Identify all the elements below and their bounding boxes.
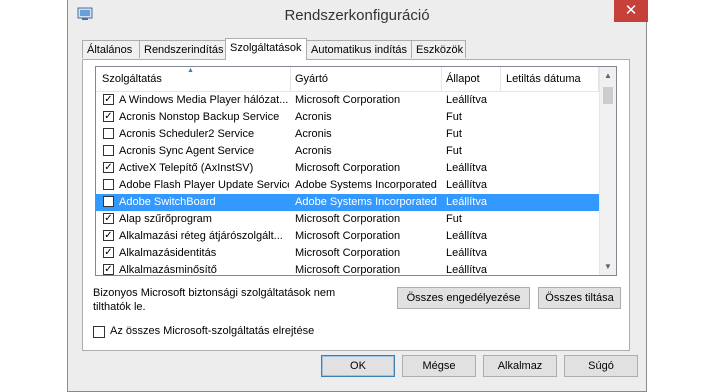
service-enabled-checkbox[interactable]: ✓ — [103, 111, 114, 122]
disable-all-button[interactable]: Összes tiltása — [538, 287, 621, 309]
title-bar[interactable]: Rendszerkonfiguráció ✕ — [68, 0, 648, 32]
service-row[interactable]: ✓ Acronis Nonstop Backup Service Acronis Fu… — [96, 109, 599, 126]
tab-automatic-start[interactable]: Automatikus indítás — [306, 40, 412, 58]
security-note: Bizonyos Microsoft biztonsági szolgáltat… — [93, 287, 336, 313]
scroll-up-icon[interactable]: ▲ — [600, 67, 616, 84]
service-name: Adobe SwitchBoard — [119, 196, 216, 208]
service-status: Fut — [446, 128, 462, 140]
sort-ascending-icon: ▲ — [187, 67, 194, 74]
tab-tools[interactable]: Eszközök — [411, 40, 466, 58]
service-manufacturer: Adobe Systems Incorporated — [295, 196, 437, 208]
service-enabled-checkbox[interactable] — [103, 128, 114, 139]
service-manufacturer: Acronis — [295, 111, 332, 123]
tab-startup[interactable]: Rendszerindítás — [139, 40, 226, 58]
column-header-service[interactable]: Szolgáltatás — [102, 73, 162, 85]
service-status: Fut — [446, 111, 462, 123]
cancel-button[interactable]: Mégse — [402, 355, 476, 377]
service-enabled-checkbox[interactable] — [103, 196, 114, 207]
close-button[interactable]: ✕ — [614, 0, 648, 22]
ok-button[interactable]: OK — [321, 355, 395, 377]
list-header: ▲ Szolgáltatás Gyártó Állapot Letiltás d… — [96, 67, 599, 92]
service-row[interactable]: ✓ A Windows Media Player hálózat... Micros… — [96, 92, 599, 109]
column-header-manufacturer[interactable]: Gyártó — [295, 73, 328, 85]
service-manufacturer: Acronis — [295, 145, 332, 157]
service-enabled-checkbox[interactable]: ✓ — [103, 264, 114, 275]
service-row[interactable]: ✓ Alkalmazási réteg átjárószolgált... Micr… — [96, 228, 599, 245]
service-enabled-checkbox[interactable]: ✓ — [103, 162, 114, 173]
service-status: Fut — [446, 145, 462, 157]
service-manufacturer: Acronis — [295, 128, 332, 140]
column-header-status[interactable]: Állapot — [446, 73, 480, 85]
service-row[interactable]: Acronis Sync Agent Service Acronis Fut — [96, 143, 599, 160]
service-enabled-checkbox[interactable] — [103, 145, 114, 156]
service-name: Alkalmazásidentitás — [119, 247, 217, 259]
hide-microsoft-services-checkbox[interactable] — [93, 326, 105, 338]
service-manufacturer: Microsoft Corporation — [295, 230, 401, 242]
service-status: Leállítva — [446, 94, 487, 106]
services-list[interactable]: ▲ Szolgáltatás Gyártó Állapot Letiltás d… — [95, 66, 617, 276]
service-enabled-checkbox[interactable]: ✓ — [103, 213, 114, 224]
service-name: A Windows Media Player hálózat... — [119, 94, 289, 106]
service-name: Acronis Scheduler2 Service — [119, 128, 255, 140]
service-manufacturer: Microsoft Corporation — [295, 247, 401, 259]
service-manufacturer: Microsoft Corporation — [295, 162, 401, 174]
service-name: ActiveX Telepítő (AxInstSV) — [119, 162, 254, 174]
service-enabled-checkbox[interactable]: ✓ — [103, 247, 114, 258]
service-name: Alap szűrőprogram — [119, 213, 212, 225]
service-manufacturer: Adobe Systems Incorporated — [295, 179, 437, 191]
service-row[interactable]: ✓ Alap szűrőprogram Microsoft Corporation F… — [96, 211, 599, 228]
system-configuration-window: Rendszerkonfiguráció ✕ Általános Rendsze… — [67, 0, 648, 392]
tab-services[interactable]: Szolgáltatások — [225, 38, 307, 60]
service-status: Fut — [446, 213, 462, 225]
service-row[interactable]: Adobe SwitchBoard Adobe Systems Incorpora… — [96, 194, 599, 211]
service-status: Leállítva — [446, 264, 487, 276]
service-status: Leállítva — [446, 196, 487, 208]
service-row[interactable]: ✓ Alkalmazásminősítő Microsoft Corporation… — [96, 262, 599, 276]
service-manufacturer: Microsoft Corporation — [295, 94, 401, 106]
service-row[interactable]: Adobe Flash Player Update Service Adobe S… — [96, 177, 599, 194]
hide-microsoft-services-label[interactable]: Az összes Microsoft-szolgáltatás elrejté… — [110, 325, 314, 337]
service-name: Acronis Sync Agent Service — [119, 145, 255, 157]
service-enabled-checkbox[interactable]: ✓ — [103, 230, 114, 241]
vertical-scrollbar[interactable]: ▲ ▼ — [599, 67, 616, 275]
service-status: Leállítva — [446, 230, 487, 242]
window-title: Rendszerkonfiguráció — [284, 7, 430, 24]
scroll-down-icon[interactable]: ▼ — [600, 258, 616, 275]
service-name: Alkalmazási réteg átjárószolgált... — [119, 230, 283, 242]
service-manufacturer: Microsoft Corporation — [295, 264, 401, 276]
scroll-thumb[interactable] — [603, 87, 613, 104]
service-enabled-checkbox[interactable]: ✓ — [103, 94, 114, 105]
help-button[interactable]: Súgó — [564, 355, 638, 377]
service-name: Alkalmazásminősítő — [119, 264, 217, 276]
service-status: Leállítva — [446, 179, 487, 191]
service-row[interactable]: Acronis Scheduler2 Service Acronis Fut — [96, 126, 599, 143]
apply-button[interactable]: Alkalmaz — [483, 355, 557, 377]
service-status: Leállítva — [446, 247, 487, 259]
column-header-disabled-date[interactable]: Letiltás dátuma — [506, 73, 581, 85]
service-row[interactable]: ✓ Alkalmazásidentitás Microsoft Corporatio… — [96, 245, 599, 262]
service-enabled-checkbox[interactable] — [103, 179, 114, 190]
service-manufacturer: Microsoft Corporation — [295, 213, 401, 225]
service-name: Acronis Nonstop Backup Service — [119, 111, 280, 123]
service-status: Leállítva — [446, 162, 487, 174]
enable-all-button[interactable]: Összes engedélyezése — [397, 287, 530, 309]
service-name: Adobe Flash Player Update Service — [119, 179, 289, 191]
tab-general[interactable]: Általános — [82, 40, 140, 58]
service-row[interactable]: ✓ ActiveX Telepítő (AxInstSV) Microsoft Co… — [96, 160, 599, 177]
